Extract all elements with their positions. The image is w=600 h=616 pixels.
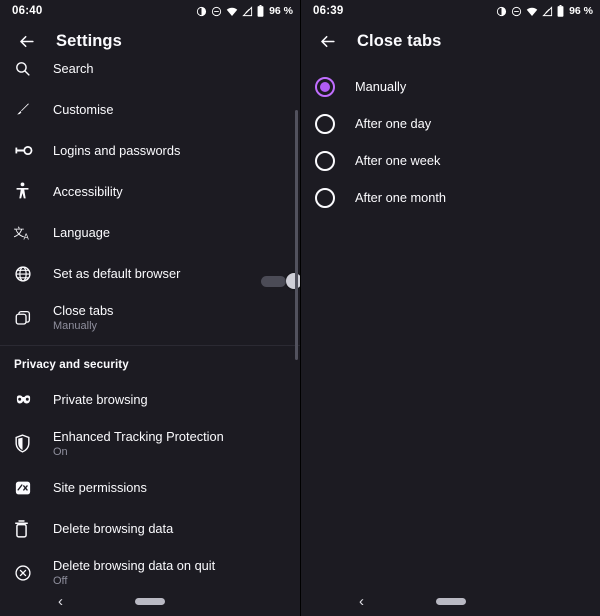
tabs-icon [14,306,40,330]
settings-row-sublabel: On [53,445,224,459]
do-not-disturb-icon [211,6,222,17]
settings-row-label: Delete browsing data on quit [53,558,215,573]
status-icon-group: 96 % [196,5,293,17]
radio-option-manually[interactable]: Manually [301,68,600,105]
radio-option-label: After one day [355,116,431,131]
do-not-disturb-icon [511,6,522,17]
app-bar: Close tabs [301,22,600,60]
globe-icon [14,262,40,286]
settings-row-delete-browsing-data[interactable]: Delete browsing data [0,508,300,549]
settings-row-close-tabs[interactable]: Close tabs Manually [0,294,300,341]
status-bar: 06:39 96 % [301,0,600,22]
battery-percent: 96 % [269,5,293,17]
radio-option-after-one-day[interactable]: After one day [301,105,600,142]
settings-row-label: Delete browsing data [53,521,173,536]
settings-row-language[interactable]: 文A Language [0,212,300,253]
system-nav-bar: ‹ [0,586,300,616]
wifi-icon [226,6,238,17]
radio-button[interactable] [315,114,335,134]
settings-row-default-browser[interactable]: Set as default browser [0,253,300,294]
settings-row-label: Enhanced Tracking Protection [53,429,224,444]
accessibility-icon [14,180,40,204]
settings-screen: 06:40 96 % [0,0,300,616]
contrast-icon [496,6,507,17]
dual-screenshot-container: 06:40 96 % [0,0,600,616]
trash-icon [14,517,40,541]
back-arrow-icon[interactable] [313,27,341,55]
settings-scrollbar[interactable] [295,110,298,360]
cellular-signal-icon [542,6,553,17]
settings-row-label: Set as default browser [53,266,180,281]
settings-list: Search Customise Logins and passwords Ac… [0,48,300,596]
x-circle-icon [14,561,40,585]
paintbrush-icon [14,98,40,122]
system-nav-bar: ‹ [301,586,600,616]
wifi-icon [526,6,538,17]
settings-row-label: Search [53,61,94,76]
settings-row-search[interactable]: Search [0,48,300,89]
radio-option-label: After one month [355,190,446,205]
page-title: Close tabs [357,32,441,51]
radio-option-after-one-month[interactable]: After one month [301,179,600,216]
close-tabs-options: Manually After one day After one week Af… [301,68,600,216]
settings-row-site-permissions[interactable]: Site permissions [0,467,300,508]
radio-button-selected[interactable] [315,77,335,97]
radio-button[interactable] [315,151,335,171]
battery-icon [557,5,564,17]
radio-option-after-one-week[interactable]: After one week [301,142,600,179]
contrast-icon [196,6,207,17]
home-pill-icon[interactable] [135,598,165,605]
radio-option-label: Manually [355,79,406,94]
settings-row-label: Logins and passwords [53,143,180,158]
settings-row-label: Private browsing [53,392,148,407]
shield-icon [14,432,40,456]
battery-percent: 96 % [569,5,593,17]
settings-row-logins[interactable]: Logins and passwords [0,130,300,171]
key-icon [14,139,40,163]
nav-back-icon[interactable]: ‹ [58,594,63,609]
cellular-signal-icon [242,6,253,17]
battery-icon [257,5,264,17]
search-icon [14,57,40,81]
radio-button[interactable] [315,188,335,208]
settings-row-label: Customise [53,102,113,117]
home-pill-icon[interactable] [436,598,466,605]
section-header-privacy: Privacy and security [0,346,300,379]
settings-row-label: Accessibility [53,184,123,199]
settings-row-label: Language [53,225,110,240]
settings-row-label: Close tabs [53,303,113,318]
settings-row-customise[interactable]: Customise [0,89,300,130]
status-time: 06:39 [313,5,343,17]
settings-row-accessibility[interactable]: Accessibility [0,171,300,212]
radio-option-label: After one week [355,153,440,168]
status-bar: 06:40 96 % [0,0,300,22]
site-permissions-icon [14,476,40,500]
status-time: 06:40 [12,5,42,17]
settings-row-sublabel: Manually [53,319,113,333]
status-icon-group: 96 % [496,5,593,17]
settings-row-etp[interactable]: Enhanced Tracking Protection On [0,420,300,467]
close-tabs-screen: 06:39 96 % [300,0,600,616]
settings-row-private-browsing[interactable]: Private browsing [0,379,300,420]
mask-icon [14,388,40,412]
svg-text:A: A [24,232,30,241]
nav-back-icon[interactable]: ‹ [359,594,364,609]
settings-row-label: Site permissions [53,480,147,495]
language-icon: 文A [14,221,40,245]
